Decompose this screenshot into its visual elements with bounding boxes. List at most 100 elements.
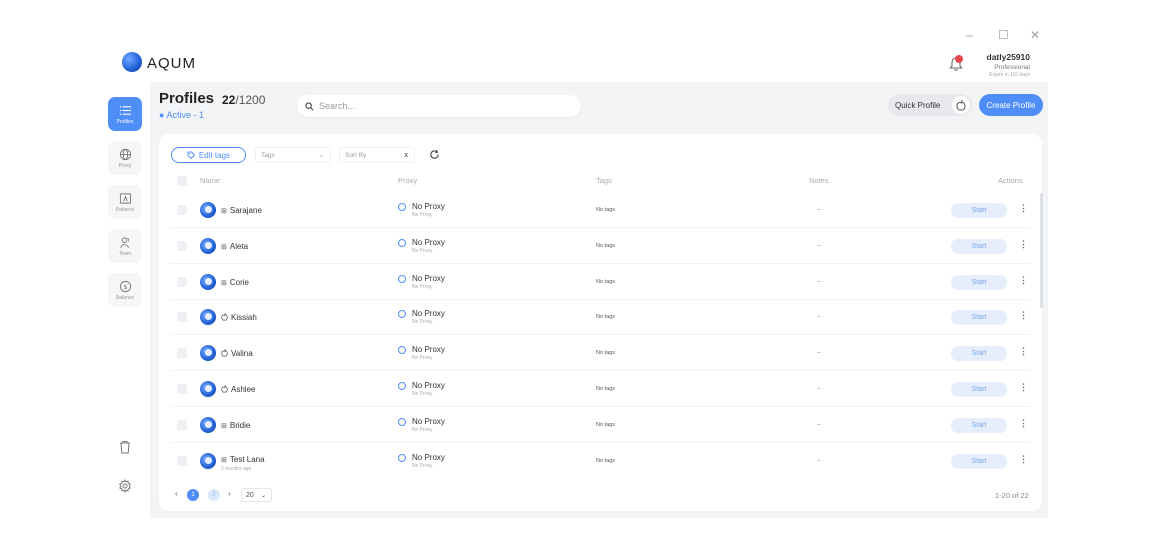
prev-page-button[interactable]: ‹	[175, 489, 178, 498]
row-divider	[171, 334, 1031, 336]
sidebar-item-profiles[interactable]: Profiles	[108, 97, 142, 131]
row-checkbox[interactable]	[177, 419, 187, 430]
profile-notes: –	[817, 456, 821, 464]
more-actions-icon[interactable]: ⋮	[1019, 239, 1028, 250]
proxy-info-icon	[398, 274, 406, 283]
page-2-button[interactable]: 2	[208, 489, 220, 501]
row-checkbox[interactable]	[177, 348, 187, 359]
proxy-type: No Proxy	[412, 355, 433, 362]
profile-notes: –	[817, 206, 821, 213]
start-profile-button[interactable]: Start	[951, 203, 1007, 218]
profile-tags: No tags	[596, 242, 615, 249]
profile-tags: No tags	[596, 421, 615, 428]
tag-icon	[187, 151, 195, 159]
profile-name[interactable]: ⊞ Bridie	[221, 421, 250, 430]
profile-name[interactable]: Kissiah	[221, 313, 257, 322]
sidebar-item-team[interactable]: Team	[108, 229, 142, 263]
profile-avatar-icon	[200, 273, 216, 290]
start-profile-button[interactable]: Start	[951, 417, 1007, 433]
column-header-tags: Tags	[596, 176, 612, 185]
profile-notes: –	[817, 385, 821, 392]
profile-name[interactable]: ⊞ Sarajane	[221, 206, 262, 215]
profile-avatar-icon	[200, 381, 216, 397]
apple-os-icon[interactable]	[952, 96, 970, 114]
close-button[interactable]: ✕	[1030, 28, 1040, 42]
profile-name[interactable]: Ashlee	[221, 385, 255, 394]
page-1-button[interactable]: 1	[187, 489, 199, 501]
settings-gear-icon[interactable]	[118, 479, 132, 493]
row-checkbox[interactable]	[177, 276, 187, 287]
more-actions-icon[interactable]: ⋮	[1019, 275, 1028, 286]
sidebar-item-proxy[interactable]: Proxy	[108, 141, 142, 175]
proxy-type: No Proxy	[412, 319, 433, 326]
more-actions-icon[interactable]: ⋮	[1019, 382, 1028, 393]
profile-name-text: Kissiah	[231, 313, 257, 323]
table-scrollbar[interactable]	[1040, 193, 1043, 308]
quick-profile-button[interactable]: Quick Profile	[888, 94, 972, 116]
more-actions-icon[interactable]: ⋮	[1019, 418, 1028, 429]
search-input[interactable]: Search...	[297, 95, 581, 117]
more-actions-icon[interactable]: ⋮	[1019, 346, 1028, 357]
team-icon	[119, 236, 129, 248]
profile-name-text: Valina	[231, 349, 253, 359]
profile-count: 22/1200	[222, 93, 265, 107]
profile-avatar-icon	[200, 237, 216, 254]
create-profile-button[interactable]: Create Profile	[979, 94, 1043, 116]
profile-name[interactable]: ⊞ Corie	[221, 278, 249, 287]
minimize-button[interactable]: –	[966, 28, 973, 42]
proxy-info-icon	[398, 203, 406, 211]
clear-sort-icon[interactable]: x	[405, 152, 409, 159]
profile-name[interactable]: ⊞ Test Lana	[221, 455, 265, 464]
profile-name-text: Sarajane	[229, 206, 262, 215]
row-checkbox[interactable]	[177, 455, 187, 466]
profile-tags: No tags	[596, 278, 615, 285]
start-profile-button[interactable]: Start	[951, 453, 1007, 469]
profile-name[interactable]: Valina	[221, 349, 253, 358]
page-size-select[interactable]: 20 ⌄	[241, 488, 272, 502]
sidebar-item-balance[interactable]: $ Balance	[108, 273, 142, 307]
start-profile-button[interactable]: Start	[951, 238, 1007, 254]
more-actions-icon[interactable]: ⋮	[1019, 310, 1028, 321]
tags-select[interactable]: Tags ⌄	[255, 147, 331, 163]
pagination-total: 1-20 of 22	[995, 491, 1029, 500]
maximize-button[interactable]: ☐	[998, 28, 1009, 42]
sort-by-select[interactable]: Sort By x	[339, 147, 415, 163]
proxy-type: No Proxy	[412, 247, 433, 254]
trash-icon[interactable]	[118, 440, 132, 454]
sidebar-item-label: Profiles	[116, 118, 134, 125]
proxy-info-icon	[398, 238, 406, 247]
start-profile-button[interactable]: Start	[951, 310, 1007, 326]
start-profile-button[interactable]: Start	[951, 382, 1007, 397]
sidebar-item-patterns[interactable]: Patterns	[108, 185, 142, 219]
user-account[interactable]: datly25910 Professional Expire in 110 da…	[987, 52, 1030, 78]
refresh-icon[interactable]	[429, 149, 440, 160]
profiles-panel	[159, 134, 1042, 511]
profile-name-text: Bridie	[229, 420, 251, 430]
windows-os-icon: ⊞	[221, 422, 227, 430]
column-header-actions: Actions	[998, 176, 1023, 185]
profile-tags: No tags	[596, 314, 615, 321]
more-actions-icon[interactable]: ⋮	[1019, 203, 1028, 214]
row-divider	[171, 227, 1031, 228]
proxy-type: No Proxy	[412, 426, 433, 433]
profile-name[interactable]: ⊞ Aleta	[221, 242, 248, 251]
row-checkbox[interactable]	[177, 312, 187, 323]
next-page-button[interactable]: ›	[228, 489, 231, 498]
start-profile-button[interactable]: Start	[951, 346, 1007, 362]
globe-icon	[119, 148, 131, 160]
page-size-value: 20	[246, 491, 254, 499]
column-header-name[interactable]: Name	[200, 176, 220, 185]
sidebar-item-label: Patterns	[115, 206, 135, 213]
more-actions-icon[interactable]: ⋮	[1019, 454, 1028, 465]
row-checkbox[interactable]	[177, 205, 187, 215]
dollar-icon: $	[119, 280, 131, 292]
sort-by-placeholder: Sort By	[345, 151, 367, 159]
row-checkbox[interactable]	[177, 240, 187, 251]
select-all-checkbox[interactable]	[177, 176, 187, 186]
column-header-notes: Notes	[809, 176, 829, 185]
row-divider	[171, 262, 1031, 264]
proxy-type: No Proxy	[412, 212, 433, 218]
row-checkbox[interactable]	[177, 384, 187, 394]
edit-tags-button[interactable]: Edit tags	[171, 147, 246, 163]
start-profile-button[interactable]: Start	[951, 274, 1007, 290]
